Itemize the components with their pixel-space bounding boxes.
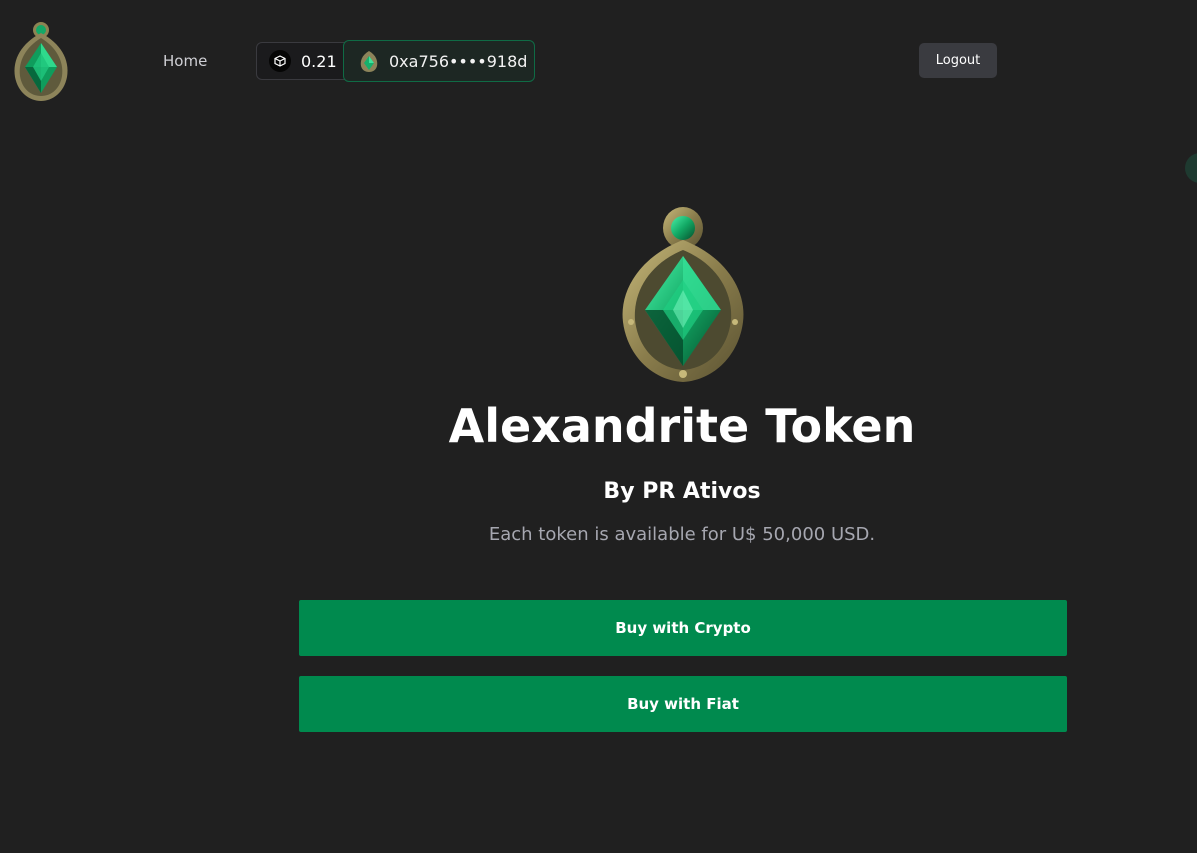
cube-icon bbox=[269, 50, 291, 72]
token-price-text: Each token is available for U$ 50,000 US… bbox=[488, 524, 876, 545]
alexandrite-gem-icon bbox=[622, 207, 744, 382]
balance-chip[interactable]: 0.21 bbox=[256, 42, 351, 80]
floating-action-partial[interactable] bbox=[1185, 153, 1197, 183]
page: Home 0.21 0xa756••••918d Logout Alexandr… bbox=[0, 0, 1197, 853]
gem-avatar-icon bbox=[359, 49, 379, 73]
buy-with-fiat-button[interactable]: Buy with Fiat bbox=[299, 676, 1067, 732]
wallet-address-button[interactable]: 0xa756••••918d bbox=[343, 40, 535, 82]
wallet-address: 0xa756••••918d bbox=[389, 51, 528, 71]
buy-with-crypto-button[interactable]: Buy with Crypto bbox=[299, 600, 1067, 656]
token-image bbox=[617, 204, 749, 384]
logo-gem-icon[interactable] bbox=[12, 19, 70, 103]
token-issuer: By PR Ativos bbox=[603, 479, 761, 504]
gem-pendant-icon bbox=[14, 22, 68, 101]
balance-value: 0.21 bbox=[301, 51, 337, 71]
logout-button[interactable]: Logout bbox=[919, 43, 997, 78]
token-title: Alexandrite Token bbox=[448, 399, 916, 453]
nav-home-link[interactable]: Home bbox=[163, 51, 207, 71]
